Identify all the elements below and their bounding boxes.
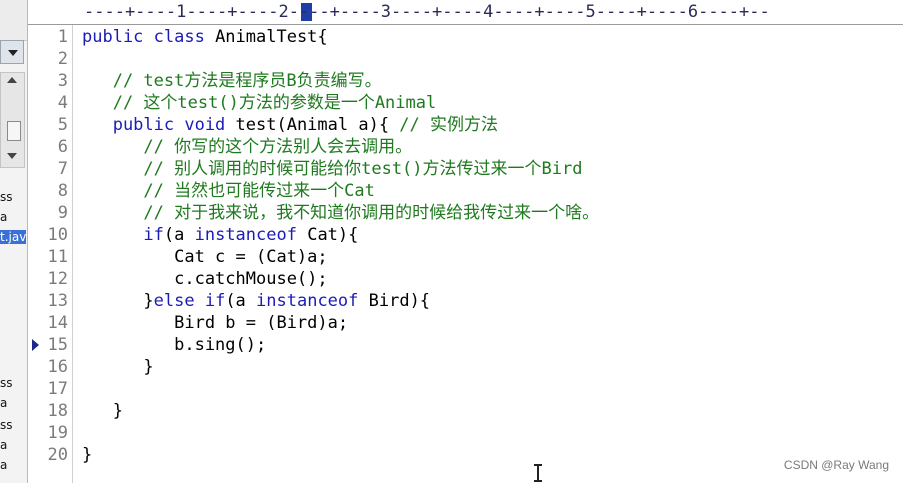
code-keyword: else if — [153, 291, 226, 311]
code-text: Bird){ — [368, 291, 431, 311]
code-comment: // 你写的这个方法别人会去调用。 — [82, 137, 413, 157]
code-text: (a — [225, 291, 257, 311]
ruler-scale: ----+----1----+----2----+----3----+----4… — [84, 2, 770, 22]
explorer-scrollbar[interactable] — [0, 72, 25, 168]
line-number: 9 — [57, 203, 68, 223]
code-comment: // 对于我来说，我不知道你调用的时候给我传过来一个啥。 — [82, 203, 600, 223]
code-text: AnimalTest{ — [215, 27, 328, 47]
file-tree-item[interactable]: a — [0, 396, 7, 410]
line-number: 5 — [57, 115, 68, 135]
code-text: c.catchMouse(); — [82, 269, 328, 289]
text-cursor-icon — [534, 464, 542, 482]
scroll-down-icon[interactable] — [7, 153, 17, 159]
line-number: 2 — [57, 49, 68, 69]
code-text: } — [82, 291, 154, 311]
line-number: 20 — [47, 445, 68, 465]
line-number: 16 — [47, 357, 68, 377]
line-number: 7 — [57, 159, 68, 179]
code-comment: // test方法是程序员B负责编写。 — [82, 71, 382, 91]
watermark: CSDN @Ray Wang — [783, 458, 889, 472]
code-text: Cat c = (Cat)a; — [82, 247, 328, 267]
file-tree-item[interactable]: ss — [0, 376, 13, 390]
code-line[interactable]: // 别人调用的时候可能给你test()方法传过来一个Bird — [82, 158, 582, 180]
code-line[interactable]: Cat c = (Cat)a; — [82, 246, 328, 268]
code-text: test(Animal a){ — [235, 115, 400, 135]
code-text: Bird b = (Bird)a; — [82, 313, 349, 333]
project-explorer-pane: ss a t.jav ss a ss a a — [0, 0, 28, 483]
line-number-gutter: 1 2 3 4 5 6 7 8 9 10 11 12 13 14 15 16 17 18 19 20 — [28, 25, 73, 483]
code-line[interactable]: } — [82, 356, 154, 378]
code-line[interactable]: // test方法是程序员B负责编写。 — [82, 70, 382, 92]
code-line[interactable]: // 你写的这个方法别人会去调用。 — [82, 136, 412, 158]
chevron-down-icon — [8, 50, 18, 56]
code-line[interactable]: } — [82, 444, 92, 466]
line-number: 11 — [47, 247, 68, 267]
file-tree-item[interactable]: a — [0, 438, 7, 452]
code-keyword: if — [82, 225, 164, 245]
line-number: 3 — [57, 71, 68, 91]
scroll-up-icon[interactable] — [7, 77, 17, 83]
code-comment: // 别人调用的时候可能给你test()方法传过来一个Bird — [82, 159, 583, 179]
code-keyword: public void — [82, 115, 236, 135]
code-editor[interactable]: public class AnimalTest{ // test方法是程序员B负… — [82, 25, 897, 483]
code-line[interactable]: Bird b = (Bird)a; — [82, 312, 348, 334]
code-text: Cat){ — [307, 225, 359, 245]
line-number: 4 — [57, 93, 68, 113]
code-line[interactable]: if(a instanceof Cat){ — [82, 224, 358, 246]
line-number: 17 — [47, 379, 68, 399]
code-text: } — [82, 401, 123, 421]
code-keyword: instanceof — [256, 291, 369, 311]
code-text: b.sing(); — [82, 335, 267, 355]
line-number: 19 — [47, 423, 68, 443]
code-text: (a — [163, 225, 195, 245]
line-number: 8 — [57, 181, 68, 201]
scroll-thumb[interactable] — [7, 121, 21, 141]
column-ruler: ----+----1----+----2----+----3----+----4… — [28, 0, 903, 25]
code-text: } — [82, 445, 93, 465]
code-line[interactable]: } — [82, 400, 123, 422]
line-number: 1 — [57, 27, 68, 47]
file-tree-item[interactable]: ss — [0, 418, 13, 432]
file-tree-item[interactable]: ss — [0, 190, 13, 204]
file-tree-item[interactable]: a — [0, 458, 7, 472]
code-keyword: public class — [82, 27, 216, 47]
explorer-header — [0, 0, 27, 41]
line-number: 10 — [47, 225, 68, 245]
code-line[interactable]: // 对于我来说，我不知道你调用的时候给我传过来一个啥。 — [82, 202, 599, 224]
code-line[interactable]: // 这个test()方法的参数是一个Animal — [82, 92, 437, 114]
explorer-dropdown[interactable] — [0, 40, 24, 64]
file-tree-item[interactable]: t.jav — [0, 230, 27, 244]
code-line[interactable]: // 当然也可能传过来一个Cat — [82, 180, 375, 202]
line-number: 6 — [57, 137, 68, 157]
code-text: } — [82, 357, 154, 377]
code-line[interactable]: public void test(Animal a){ // 实例方法 — [82, 114, 498, 136]
code-line[interactable]: public class AnimalTest{ — [82, 26, 328, 48]
code-line[interactable]: b.sing(); — [82, 334, 266, 356]
line-number: 15 — [47, 335, 68, 355]
line-number: 12 — [47, 269, 68, 289]
code-line[interactable]: c.catchMouse(); — [82, 268, 328, 290]
line-number: 18 — [47, 401, 68, 421]
file-tree-item[interactable]: a — [0, 210, 7, 224]
code-comment: // 实例方法 — [399, 115, 499, 135]
line-number: 14 — [47, 313, 68, 333]
code-keyword: instanceof — [194, 225, 308, 245]
line-number: 13 — [47, 291, 68, 311]
code-comment: // 当然也可能传过来一个Cat — [82, 181, 375, 201]
code-comment: // 这个test()方法的参数是一个Animal — [82, 93, 437, 113]
code-line[interactable]: }else if(a instanceof Bird){ — [82, 290, 430, 312]
